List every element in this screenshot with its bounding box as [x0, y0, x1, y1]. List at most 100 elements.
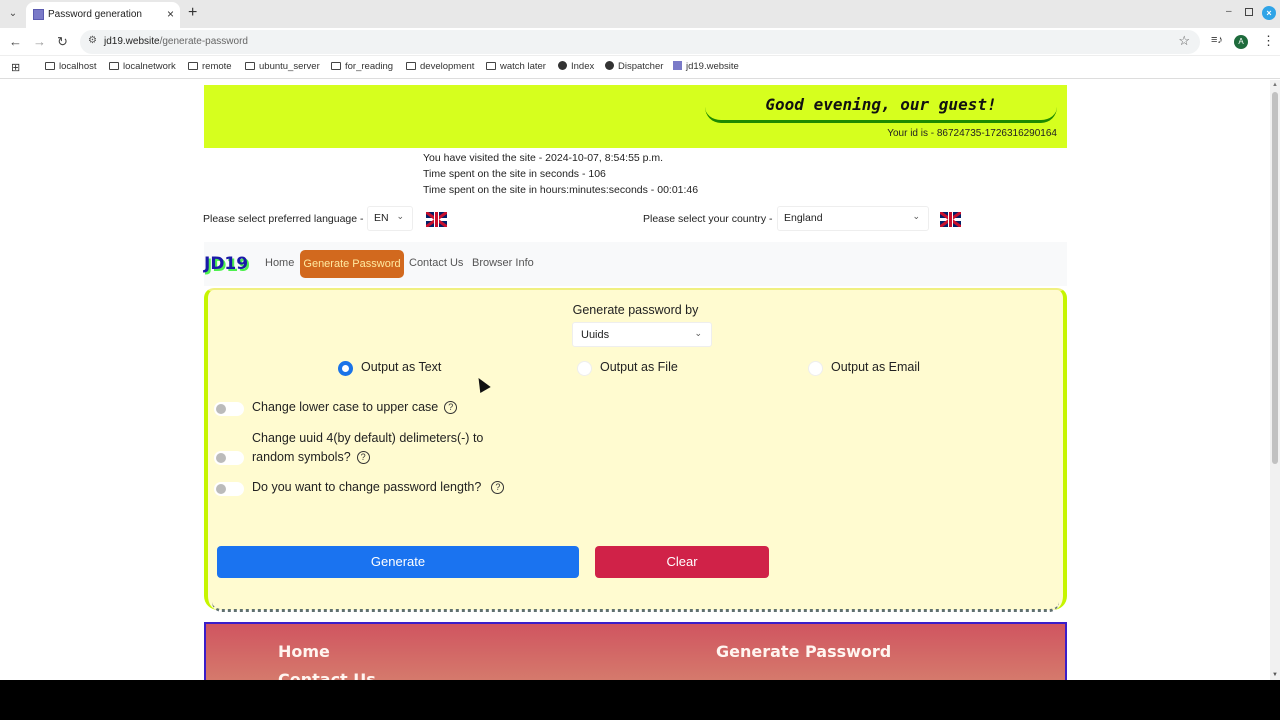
- globe-icon: [558, 61, 567, 70]
- language-value: EN: [374, 212, 389, 224]
- browser-toolbar: ← → ↻ ⚙ jd19.website/generate-password ☆: [0, 28, 1280, 56]
- browser-tab[interactable]: Password generation ×: [26, 2, 180, 28]
- tab-title: Password generation: [48, 9, 142, 20]
- url-host: jd19.website: [104, 36, 160, 47]
- footer-link-home[interactable]: Home: [278, 642, 330, 661]
- uk-flag-icon: [426, 212, 447, 227]
- generate-button[interactable]: Generate: [217, 546, 579, 578]
- bookmark-remote[interactable]: remote: [188, 61, 232, 72]
- uk-flag-icon: [940, 212, 961, 227]
- toggle-text: Change uuid 4(by default) delimeters(-) …: [252, 431, 484, 445]
- bookmark-ubuntu-server[interactable]: ubuntu_server: [245, 61, 320, 72]
- media-control-icon[interactable]: ≡♪: [1211, 34, 1223, 46]
- generate-by-value: Uuids: [581, 329, 610, 341]
- forward-icon[interactable]: →: [33, 34, 46, 49]
- dotted-divider: [212, 602, 1059, 612]
- visit-date: You have visited the site - 2024-10-07, …: [423, 152, 664, 164]
- length-toggle[interactable]: [214, 482, 244, 496]
- bookmark-label: development: [420, 61, 475, 72]
- site-favicon-icon: [673, 61, 682, 70]
- page-content: Good evening, our guest! Your id is - 86…: [0, 80, 1270, 680]
- password-form: Generate password by Uuids ⌄ Output as T…: [204, 288, 1067, 612]
- new-tab-button[interactable]: +: [188, 4, 197, 22]
- site-favicon-icon: [33, 9, 44, 20]
- bookmark-label: remote: [202, 61, 232, 72]
- greeting-text: Good evening, our guest!: [705, 91, 1057, 123]
- uppercase-toggle[interactable]: [214, 402, 244, 416]
- bookmark-jd19[interactable]: jd19.website: [673, 61, 739, 72]
- nav-contact-us[interactable]: Contact Us: [409, 257, 463, 269]
- site-navbar: JD19 Home Generate Password Contact Us B…: [204, 242, 1067, 286]
- clear-button[interactable]: Clear: [595, 546, 769, 578]
- toggle-label: Change lower case to upper case?: [252, 398, 458, 417]
- bookmark-label: watch later: [500, 61, 546, 72]
- nav-browser-info[interactable]: Browser Info: [472, 257, 534, 269]
- bookmark-development[interactable]: development: [406, 61, 474, 72]
- bookmark-dispatcher[interactable]: Dispatcher: [605, 61, 663, 72]
- header-banner: Good evening, our guest! Your id is - 86…: [204, 85, 1067, 148]
- url-text[interactable]: jd19.website/generate-password: [104, 36, 248, 47]
- folder-icon: [245, 62, 255, 70]
- scroll-thumb[interactable]: [1272, 92, 1278, 464]
- radio-label: Output as Email: [831, 360, 920, 374]
- bookmark-watch-later[interactable]: watch later: [486, 61, 546, 72]
- nav-home[interactable]: Home: [265, 257, 294, 269]
- radio-unchecked-icon[interactable]: [808, 361, 823, 376]
- bookmark-for-reading[interactable]: for_reading: [331, 61, 393, 72]
- footer-link-contact-us[interactable]: Contact Us: [278, 670, 376, 680]
- site-logo[interactable]: JD19: [204, 254, 248, 274]
- bookmark-index[interactable]: Index: [558, 61, 594, 72]
- reload-icon[interactable]: ↻: [57, 34, 68, 50]
- bookmark-localhost[interactable]: localhost: [45, 61, 97, 72]
- globe-icon: [605, 61, 614, 70]
- tab-close-icon[interactable]: ×: [167, 7, 174, 21]
- nav-generate-password[interactable]: Generate Password: [300, 250, 404, 278]
- footer-link-generate-password[interactable]: Generate Password: [716, 642, 891, 661]
- country-label: Please select your country -: [643, 213, 773, 225]
- screen-bottom-bar: [0, 680, 1280, 720]
- window-close-icon[interactable]: ×: [1262, 6, 1276, 20]
- chevron-down-icon: ⌄: [396, 211, 404, 221]
- browser-menu-icon[interactable]: ⋮: [1262, 33, 1275, 49]
- bookmark-localnetwork[interactable]: localnetwork: [109, 61, 176, 72]
- delimiters-toggle[interactable]: [214, 451, 244, 465]
- bookmark-star-icon[interactable]: ☆: [1178, 33, 1190, 49]
- scroll-down-arrow-icon[interactable]: ▼: [1272, 672, 1278, 678]
- radio-label: Output as File: [600, 360, 678, 374]
- bookmark-label: localhost: [59, 61, 97, 72]
- apps-grid-icon[interactable]: ⊞: [11, 61, 20, 74]
- maximize-icon[interactable]: [1245, 8, 1253, 16]
- country-value: England: [784, 212, 823, 224]
- page-scrollbar[interactable]: ▲ ▼: [1270, 80, 1280, 680]
- folder-icon: [486, 62, 496, 70]
- help-icon[interactable]: ?: [356, 451, 370, 464]
- site-info-icon[interactable]: ⚙: [88, 35, 97, 46]
- language-label: Please select preferred language -: [203, 213, 364, 225]
- url-path: /generate-password: [159, 36, 248, 47]
- toggle-text: Do you want to change password length?: [252, 480, 482, 494]
- chevron-down-icon: ⌄: [912, 211, 920, 221]
- folder-icon: [109, 62, 119, 70]
- help-icon[interactable]: ?: [491, 481, 505, 494]
- visit-seconds: Time spent on the site in seconds - 106: [423, 168, 606, 180]
- visit-hms: Time spent on the site in hours:minutes:…: [423, 184, 699, 196]
- radio-checked-icon[interactable]: [338, 361, 353, 376]
- chevron-down-icon: ⌄: [694, 328, 702, 338]
- folder-icon: [188, 62, 198, 70]
- radio-label: Output as Text: [361, 360, 442, 374]
- back-icon[interactable]: ←: [9, 34, 22, 49]
- toggle-label: Change uuid 4(by default) delimeters(-) …: [252, 429, 483, 467]
- language-select[interactable]: EN ⌄: [367, 206, 413, 231]
- tab-list-icon[interactable]: ⌄: [4, 5, 22, 23]
- scroll-up-arrow-icon[interactable]: ▲: [1272, 82, 1278, 88]
- radio-unchecked-icon[interactable]: [577, 361, 592, 376]
- minimize-icon[interactable]: –: [1226, 6, 1232, 17]
- bookmark-label: jd19.website: [686, 61, 739, 72]
- country-select[interactable]: England ⌄: [777, 206, 929, 231]
- visit-info: You have visited the site - 2024-10-07, …: [423, 150, 698, 198]
- address-bar[interactable]: ⚙ jd19.website/generate-password ☆: [80, 30, 1200, 54]
- generate-by-select[interactable]: Uuids ⌄: [572, 322, 712, 347]
- profile-avatar[interactable]: A: [1234, 35, 1248, 49]
- help-icon[interactable]: ?: [444, 401, 458, 414]
- folder-icon: [331, 62, 341, 70]
